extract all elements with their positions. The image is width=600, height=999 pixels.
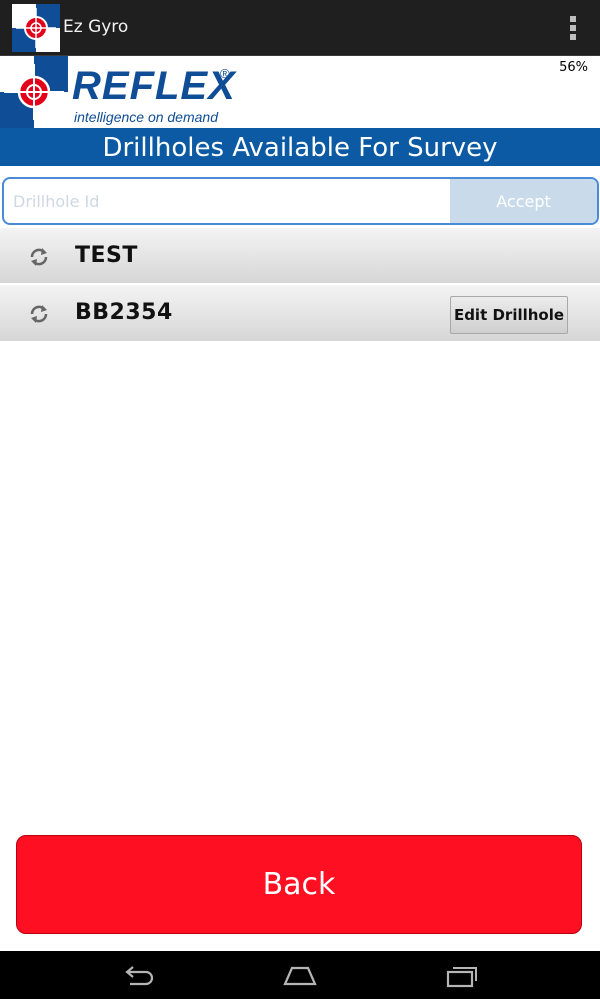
action-bar: Ez Gyro bbox=[0, 0, 600, 56]
reflex-crosshair-icon[interactable] bbox=[12, 4, 60, 52]
home-icon[interactable] bbox=[282, 963, 318, 989]
reflex-logo-icon bbox=[0, 56, 68, 128]
drillhole-list: TEST BB2354 Edit Drillhole bbox=[0, 228, 600, 343]
back-button[interactable]: Back bbox=[16, 835, 582, 934]
sync-icon bbox=[28, 246, 50, 268]
system-nav-bar bbox=[0, 951, 600, 999]
overflow-menu-icon[interactable] bbox=[568, 16, 578, 42]
app-title: Ez Gyro bbox=[63, 17, 129, 37]
registered-mark: ® bbox=[220, 66, 230, 81]
drillhole-search-bar: Accept bbox=[2, 177, 599, 225]
edit-drillhole-button[interactable]: Edit Drillhole bbox=[450, 296, 568, 334]
list-item[interactable]: BB2354 Edit Drillhole bbox=[0, 285, 600, 343]
tagline: intelligence on demand bbox=[74, 109, 218, 125]
battery-level: 56% bbox=[559, 60, 588, 75]
back-icon[interactable] bbox=[120, 963, 156, 989]
recent-apps-icon[interactable] bbox=[445, 963, 481, 989]
header: REFLEX ® intelligence on demand 56% bbox=[0, 56, 600, 128]
drillhole-id-input[interactable] bbox=[4, 179, 452, 223]
page-title: Drillholes Available For Survey bbox=[0, 128, 600, 166]
list-item[interactable]: TEST bbox=[0, 228, 600, 285]
brand-name: REFLEX bbox=[72, 64, 236, 108]
drillhole-name: BB2354 bbox=[75, 300, 173, 325]
sync-icon bbox=[28, 303, 50, 325]
accept-button[interactable]: Accept bbox=[450, 179, 597, 223]
drillhole-name: TEST bbox=[75, 243, 138, 268]
